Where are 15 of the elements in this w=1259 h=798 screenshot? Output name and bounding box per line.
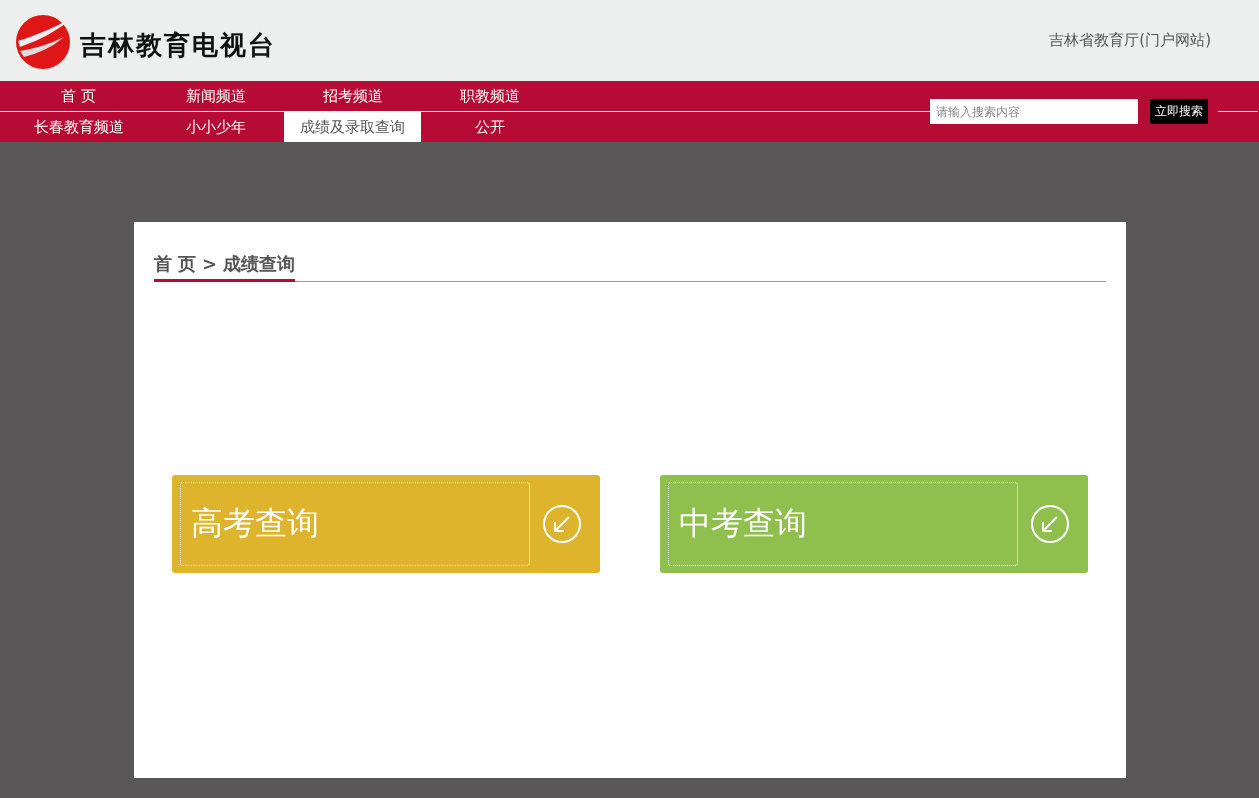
search-button[interactable]: 立即搜索 — [1150, 99, 1208, 124]
arrow-circle-icon — [541, 504, 582, 544]
arrow-circle-icon — [1029, 504, 1070, 544]
nav-tab[interactable]: 长春教育频道 — [10, 112, 147, 142]
nav-tab[interactable]: 成绩及录取查询 — [284, 112, 421, 142]
search-field[interactable]: 请输入搜索内容 — [930, 99, 1138, 124]
logo-text: 吉林教育电视台 — [80, 29, 276, 62]
nav-tab[interactable]: 公开 — [421, 112, 558, 142]
nav-tab[interactable]: 小小少年 — [147, 112, 284, 142]
portal-link[interactable]: 吉林省教育厅(门户网站) — [1049, 31, 1211, 50]
nav-tab[interactable]: 招考频道 — [284, 81, 421, 111]
breadcrumb: 首 页 > 成绩查询 — [153, 252, 296, 282]
nav-tab[interactable]: 首 页 — [10, 81, 147, 111]
nav-tab[interactable]: 职教频道 — [421, 81, 558, 111]
nav-tab[interactable]: 新闻频道 — [147, 81, 284, 111]
